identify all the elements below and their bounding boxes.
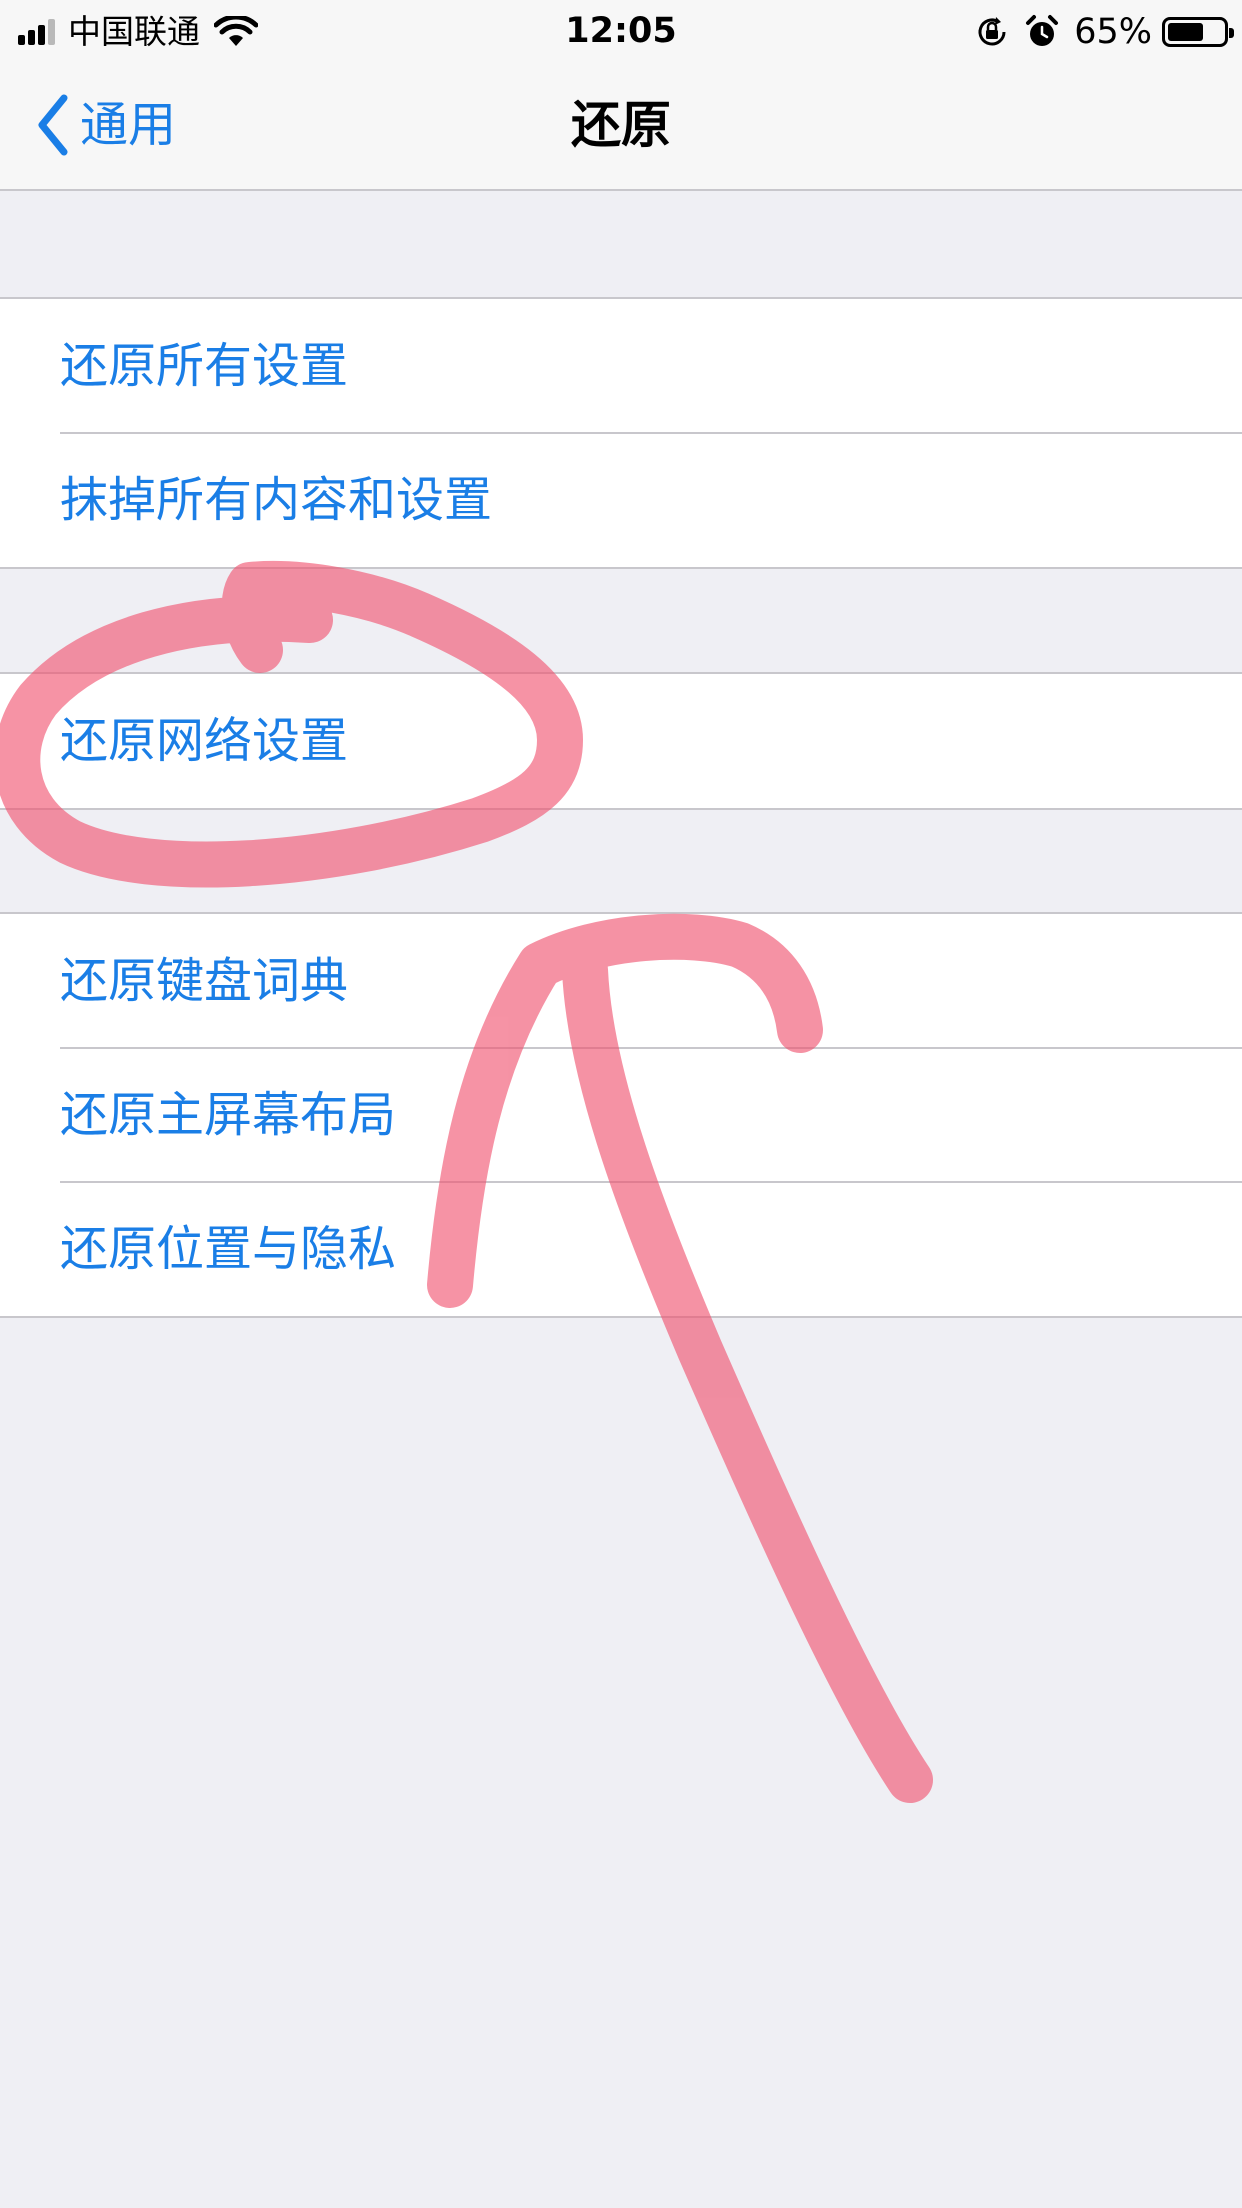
orientation-lock-icon (978, 17, 1006, 46)
page-title: 还原 (571, 96, 671, 154)
reset-location-privacy-row[interactable]: 还原位置与隐私 (0, 1181, 1242, 1316)
reset-group-1: 还原所有设置 抹掉所有内容和设置 (0, 297, 1242, 569)
row-label: 还原网络设置 (60, 713, 349, 769)
battery-icon (1162, 17, 1234, 47)
row-label: 还原所有设置 (60, 338, 349, 394)
status-bar: 中国联通 12:05 65% (0, 0, 1242, 62)
alarm-icon (1026, 15, 1059, 46)
battery-percent: 65% (1074, 12, 1152, 52)
reset-group-2: 还原网络设置 (0, 672, 1242, 810)
row-label: 还原主屏幕布局 (60, 1087, 397, 1143)
row-label: 还原键盘词典 (60, 953, 349, 1009)
battery-level (1168, 23, 1203, 41)
reset-home-screen-layout-row[interactable]: 还原主屏幕布局 (0, 1047, 1242, 1182)
reset-group-3: 还原键盘词典 还原主屏幕布局 还原位置与隐私 (0, 912, 1242, 1318)
row-label: 还原位置与隐私 (60, 1221, 397, 1277)
navigation-bar: 通用 还原 (0, 62, 1242, 191)
row-label: 抹掉所有内容和设置 (60, 472, 493, 528)
reset-all-settings-row[interactable]: 还原所有设置 (0, 299, 1242, 433)
reset-network-settings-row[interactable]: 还原网络设置 (0, 674, 1242, 808)
status-right: 65% (974, 10, 1234, 54)
erase-all-content-row[interactable]: 抹掉所有内容和设置 (0, 432, 1242, 567)
reset-keyboard-dictionary-row[interactable]: 还原键盘词典 (0, 914, 1242, 1048)
